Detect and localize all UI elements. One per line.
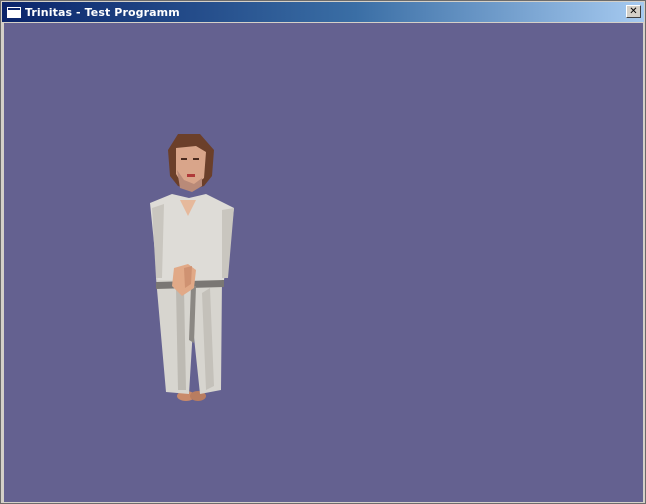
- close-button[interactable]: ✕: [626, 5, 641, 18]
- close-icon: ✕: [629, 5, 638, 17]
- window-title: Trinitas - Test Programm: [25, 5, 180, 19]
- character-eye-left: [181, 158, 187, 160]
- render-viewport[interactable]: [4, 23, 643, 502]
- character-eye-right: [193, 158, 199, 160]
- window-icon: [7, 6, 21, 18]
- app-window: Trinitas - Test Programm ✕: [0, 0, 646, 504]
- character-mouth: [187, 174, 195, 177]
- title-bar[interactable]: Trinitas - Test Programm ✕: [2, 2, 644, 22]
- robed-man-character: [150, 134, 234, 401]
